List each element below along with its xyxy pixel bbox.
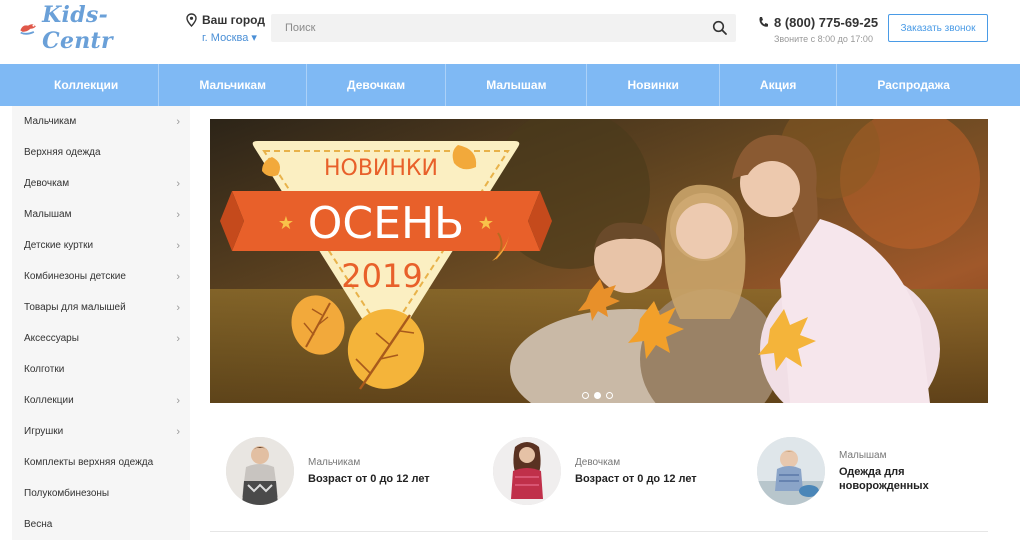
category-image-girls: [493, 437, 561, 505]
sidebar-item-baby-goods[interactable]: Товары для малышей ›: [12, 292, 190, 323]
nav-item-boys[interactable]: Мальчикам: [159, 64, 307, 106]
badge-top-text: НОВИНКИ: [324, 156, 438, 181]
sidebar-item-spring[interactable]: Весна: [12, 509, 190, 540]
sidebar-item-label: Весна: [24, 519, 53, 530]
chevron-right-icon: ›: [176, 208, 180, 221]
sidebar-item-label: Аксессуары: [24, 333, 79, 344]
sidebar-item-outerwear-sets[interactable]: Комплекты верхняя одежда: [12, 447, 190, 478]
slider-dot-active[interactable]: [594, 392, 601, 399]
sidebar-item-label: Верхняя одежда: [24, 147, 101, 158]
category-card-girls[interactable]: Девочкам Возраст от 0 до 12 лет: [493, 437, 697, 505]
phone-number[interactable]: 8 (800) 775-69-25: [758, 15, 878, 30]
chevron-right-icon: ›: [176, 177, 180, 190]
section-divider: [210, 531, 988, 532]
slider-dot[interactable]: [606, 392, 613, 399]
nav-item-girls[interactable]: Девочкам: [307, 64, 447, 106]
svg-text:★: ★: [478, 213, 494, 234]
banner-illustration: ★ ★ НОВИНКИ ОСЕНЬ 2019: [210, 119, 988, 403]
catalog-sidebar: Мальчикам › Верхняя одежда Девочкам › Малы…: [12, 106, 190, 540]
logo-text: Kids-Centr: [42, 2, 113, 54]
category-card-babies[interactable]: Малышам Одежда для новорожденных: [757, 437, 949, 505]
chevron-right-icon: ›: [176, 394, 180, 407]
sidebar-item-collections[interactable]: Коллекции ›: [12, 385, 190, 416]
category-title: Возраст от 0 до 12 лет: [308, 472, 430, 485]
sidebar-item-babies[interactable]: Малышам ›: [12, 199, 190, 230]
sidebar-item-accessories[interactable]: Аксессуары ›: [12, 323, 190, 354]
sidebar-item-boys[interactable]: Мальчикам ›: [12, 106, 190, 137]
sidebar-item-label: Колготки: [24, 364, 65, 375]
sidebar-item-label: Комбинезоны детские: [24, 271, 126, 282]
chevron-right-icon: ›: [176, 270, 180, 283]
promo-banner[interactable]: ★ ★ НОВИНКИ ОСЕНЬ 2019: [210, 119, 988, 403]
nav-item-sale[interactable]: Распродажа: [837, 64, 990, 106]
category-card-boys[interactable]: Мальчикам Возраст от 0 до 12 лет: [226, 437, 430, 505]
chevron-right-icon: ›: [176, 115, 180, 128]
slider-dots: [582, 392, 613, 399]
nav-item-promo[interactable]: Акция: [720, 64, 838, 106]
sidebar-item-label: Игрушки: [24, 426, 64, 437]
chevron-right-icon: ›: [176, 239, 180, 252]
chevron-right-icon: ›: [176, 425, 180, 438]
nav-item-babies[interactable]: Малышам: [446, 64, 588, 106]
sidebar-item-label: Малышам: [24, 209, 72, 220]
site-header: Kids-Centr Ваш город г. Москва ▾ 8 (800)…: [0, 0, 1020, 64]
sidebar-item-girls[interactable]: Девочкам ›: [12, 168, 190, 199]
callback-button[interactable]: Заказать звонок: [888, 14, 988, 42]
search-input[interactable]: [271, 14, 701, 42]
location-pin-icon: [186, 13, 197, 27]
nav-item-collections[interactable]: Коллекции: [14, 64, 160, 106]
logo[interactable]: Kids-Centr: [18, 2, 148, 54]
sidebar-item-label: Девочкам: [24, 178, 70, 189]
sidebar-item-label: Комплекты верхняя одежда: [24, 457, 154, 468]
logo-icon: [20, 24, 36, 35]
chevron-right-icon: ›: [176, 301, 180, 314]
category-image-babies: [757, 437, 825, 505]
sidebar-item-label: Товары для малышей: [24, 302, 126, 313]
category-subtitle: Девочкам: [575, 456, 621, 468]
sidebar-item-label: Мальчикам: [24, 116, 77, 127]
phone-icon: [759, 17, 768, 27]
category-title: Одежда для новорожденных: [839, 465, 929, 492]
city-selector[interactable]: Ваш город г. Москва ▾: [186, 13, 265, 44]
search-icon[interactable]: [712, 20, 728, 36]
category-subtitle: Малышам: [839, 449, 887, 461]
nav-item-new[interactable]: Новинки: [587, 64, 720, 106]
sidebar-item-jackets[interactable]: Детские куртки ›: [12, 230, 190, 261]
sidebar-item-semi-overalls[interactable]: Полукомбинезоны: [12, 478, 190, 509]
city-title: Ваш город: [202, 13, 265, 27]
svg-text:★: ★: [278, 213, 294, 234]
sidebar-item-toys[interactable]: Игрушки ›: [12, 416, 190, 447]
sidebar-item-tights[interactable]: Колготки: [12, 354, 190, 385]
category-image-boys: [226, 437, 294, 505]
category-subtitle: Мальчикам: [308, 456, 361, 468]
phone-block: 8 (800) 775-69-25 Звоните с 8:00 до 17:0…: [758, 15, 878, 44]
sidebar-item-label: Полукомбинезоны: [24, 488, 110, 499]
slider-dot[interactable]: [582, 392, 589, 399]
category-title: Возраст от 0 до 12 лет: [575, 472, 697, 485]
phone-hours: Звоните с 8:00 до 17:00: [774, 34, 873, 44]
badge-year-text: 2019: [341, 257, 422, 295]
sidebar-item-overalls[interactable]: Комбинезоны детские ›: [12, 261, 190, 292]
search-bar: [271, 14, 736, 42]
sidebar-item-outerwear[interactable]: Верхняя одежда: [12, 137, 190, 168]
main-nav: Коллекции Мальчикам Девочкам Малышам Нов…: [0, 64, 1020, 106]
sidebar-item-label: Коллекции: [24, 395, 74, 406]
sidebar-item-label: Детские куртки: [24, 240, 94, 251]
chevron-right-icon: ›: [176, 332, 180, 345]
city-name[interactable]: г. Москва ▾: [186, 31, 265, 44]
badge-main-text: ОСЕНЬ: [308, 198, 464, 249]
